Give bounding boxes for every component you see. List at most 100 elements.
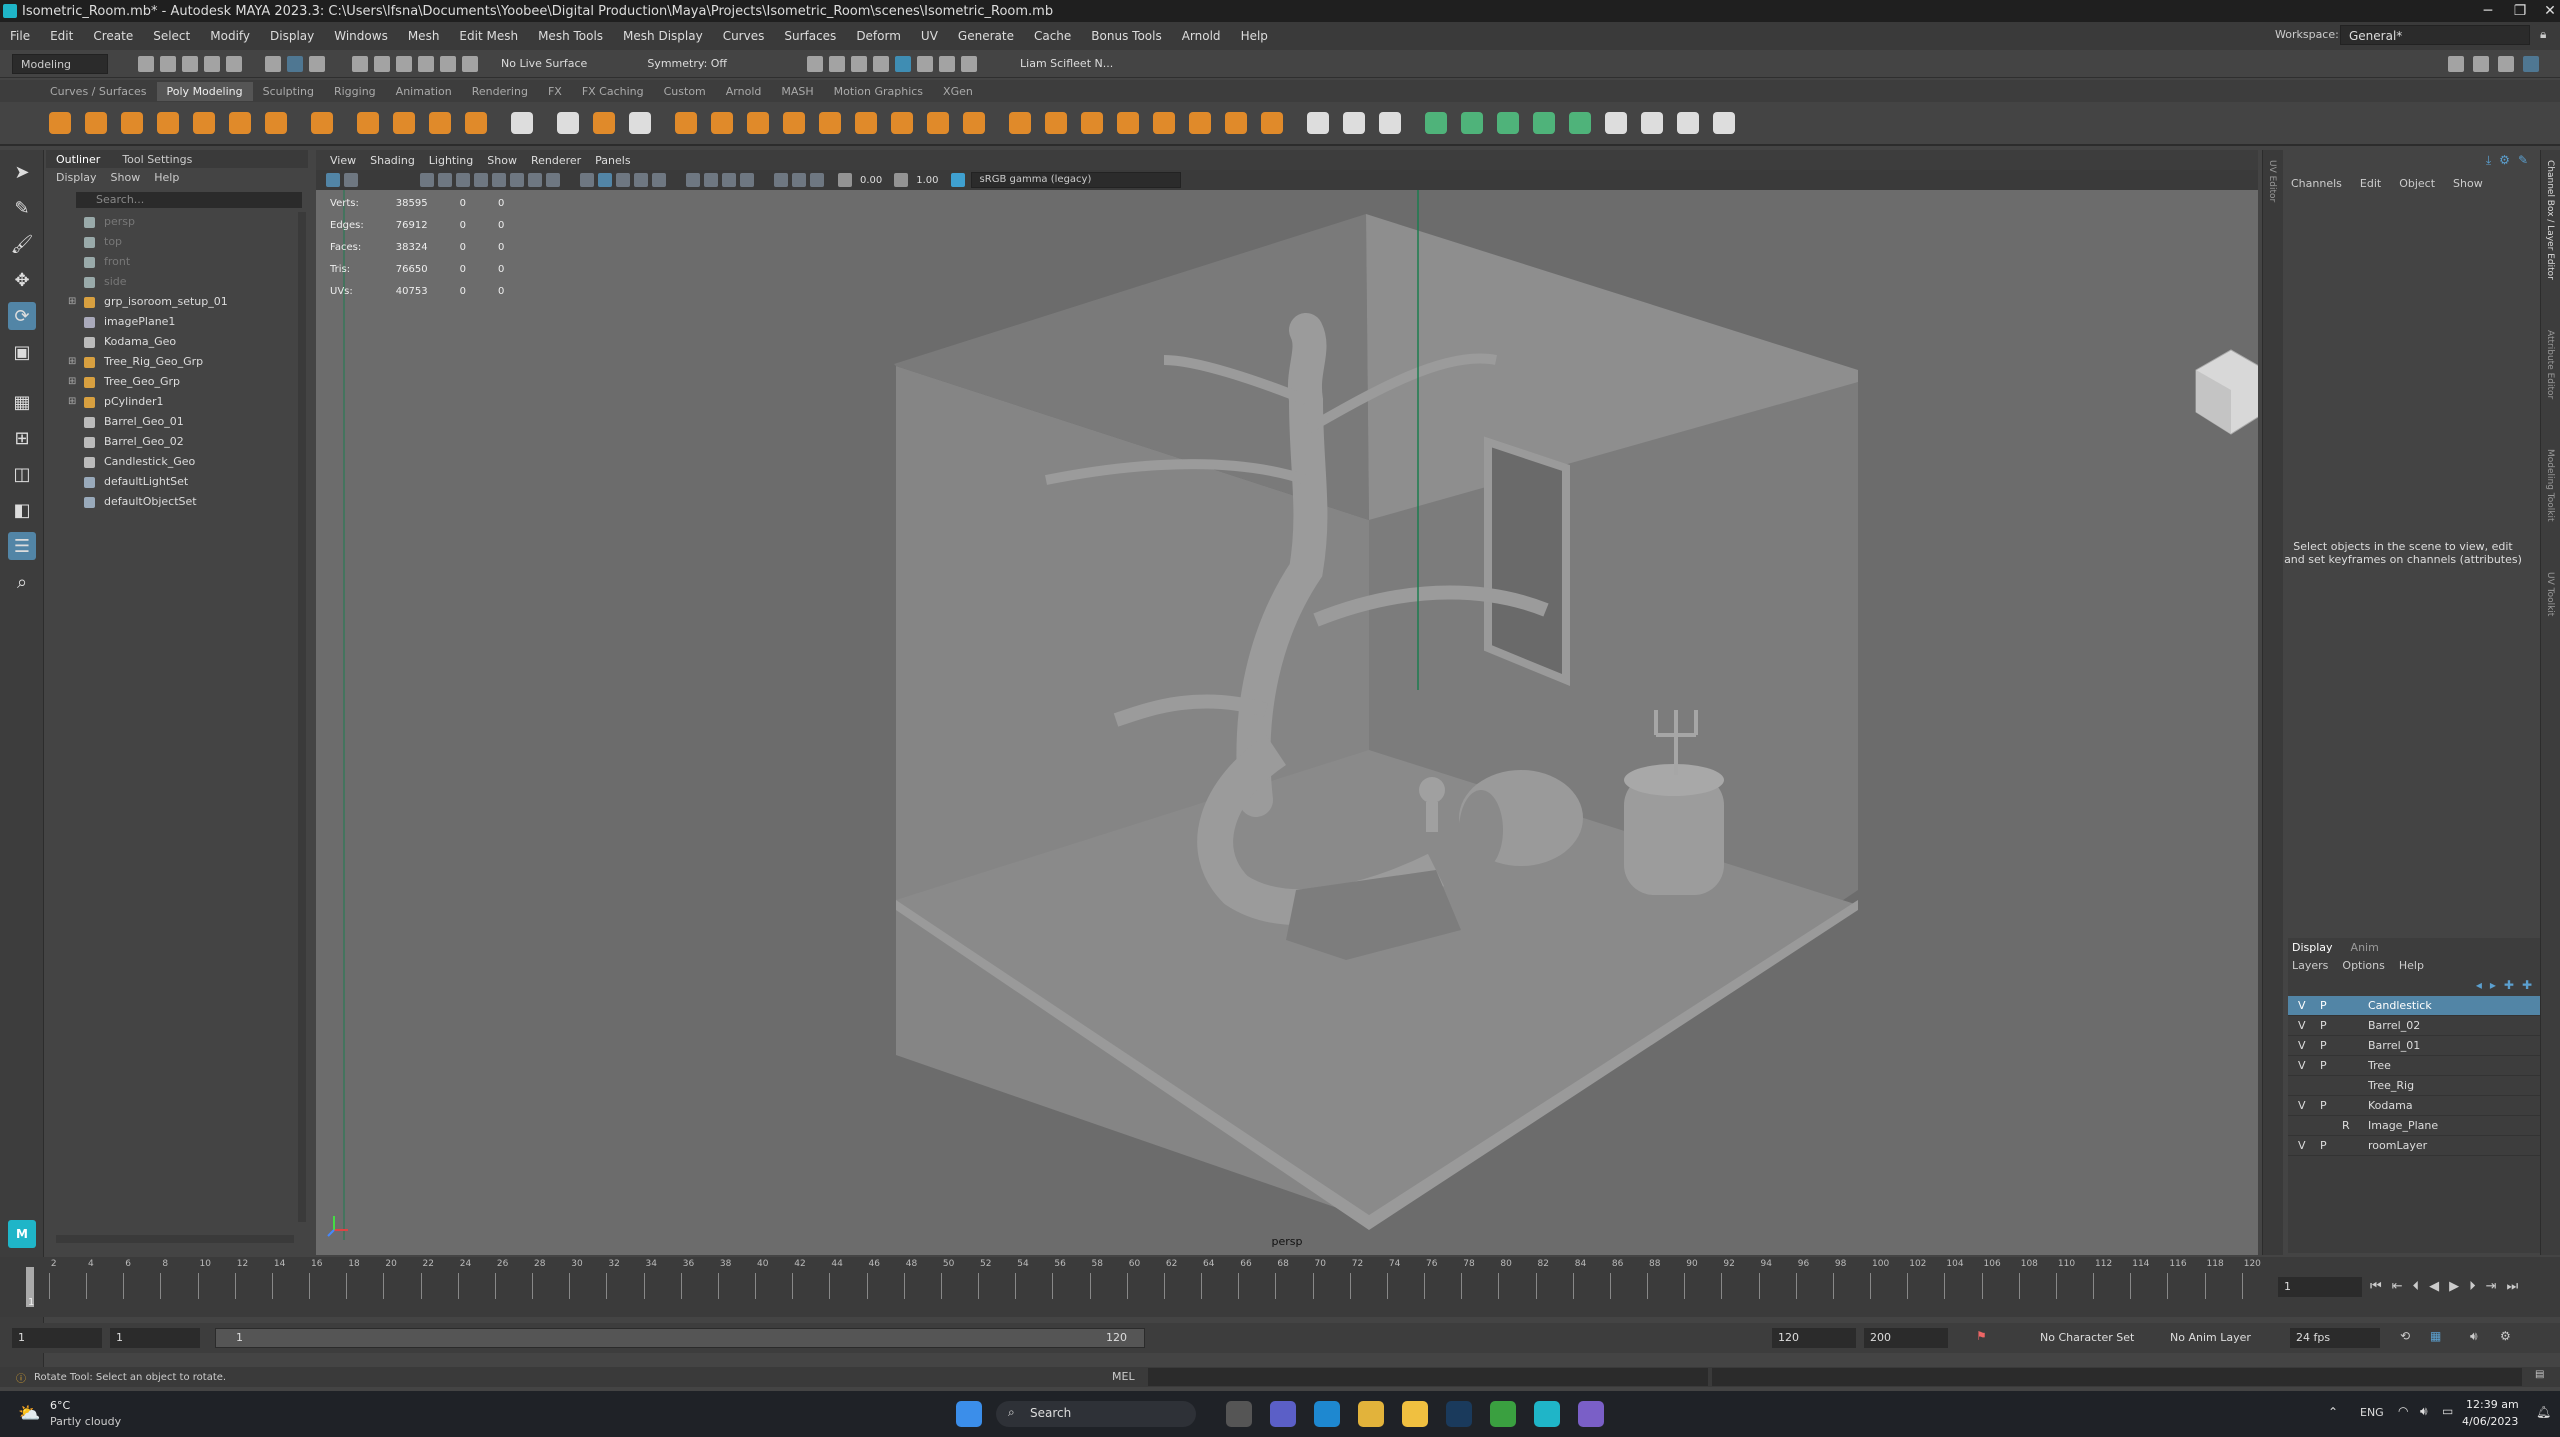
layer-visibility-toggle[interactable]: V	[2298, 1056, 2306, 1076]
select-hierarchy-icon[interactable]	[265, 55, 281, 72]
select-object-icon[interactable]	[287, 55, 303, 72]
menu-modify[interactable]: Modify	[210, 29, 250, 43]
shelf-tab-sculpting[interactable]: Sculpting	[253, 82, 324, 101]
tab-tool-settings[interactable]: Tool Settings	[122, 153, 192, 166]
expand-icon[interactable]: ⊞	[68, 372, 76, 392]
multi-cut-icon[interactable]	[1148, 107, 1180, 139]
go-to-start-icon[interactable]: ⏮	[2370, 1279, 2382, 1294]
show-channel-box-icon[interactable]	[2523, 56, 2539, 72]
menu-mesh-tools[interactable]: Mesh Tools	[538, 29, 603, 43]
outliner-item[interactable]: imagePlane1	[46, 312, 308, 332]
outliner-scrollbar[interactable]	[298, 212, 306, 1222]
side-tab-uv-toolkit[interactable]: UV Toolkit	[2545, 572, 2555, 616]
append-icon[interactable]	[1112, 107, 1144, 139]
fill-hole-icon[interactable]	[958, 107, 990, 139]
text-tool-icon[interactable]	[424, 107, 456, 139]
move-tool-icon[interactable]: ✥	[8, 266, 36, 294]
close-button[interactable]: ✕	[2530, 0, 2560, 22]
live-surface-label[interactable]: No Live Surface	[501, 57, 587, 70]
poly-cube-icon[interactable]	[80, 107, 112, 139]
snap-grid-icon[interactable]	[352, 55, 368, 72]
paint-select-icon[interactable]: 🖌︎	[8, 230, 36, 258]
save-scene-icon[interactable]	[182, 55, 198, 72]
four-view-icon[interactable]: ⊞	[8, 424, 36, 452]
maya-home-icon[interactable]: M	[8, 1220, 36, 1248]
weather-temp[interactable]: 6°C	[50, 1399, 70, 1412]
character-set-select[interactable]: No Character Set	[2040, 1331, 2134, 1344]
uv-layout-icon[interactable]	[506, 107, 538, 139]
outliner-menu-show[interactable]: Show	[111, 171, 141, 184]
teams-chat-icon[interactable]	[1578, 1401, 1604, 1427]
layer-name[interactable]: Kodama	[2368, 1096, 2413, 1116]
cylindrical-uv-icon[interactable]	[1456, 107, 1488, 139]
poly-cylinder-icon[interactable]	[116, 107, 148, 139]
dock-icon[interactable]: ⤓	[2486, 153, 2491, 168]
layer-visibility-toggle[interactable]: V	[2298, 1036, 2306, 1056]
menu-uv[interactable]: UV	[921, 29, 938, 43]
extrude-icon[interactable]	[1004, 107, 1036, 139]
sweep-mesh-icon[interactable]	[352, 107, 384, 139]
arnold-pause-icon[interactable]	[961, 55, 978, 72]
layer-name[interactable]: Image_Plane	[2368, 1116, 2438, 1136]
language-indicator[interactable]: ENG	[2360, 1406, 2384, 1419]
outliner-item[interactable]: defaultLightSet	[46, 472, 308, 492]
merge-icon[interactable]	[1302, 107, 1334, 139]
ipr-icon[interactable]	[851, 55, 868, 72]
snap-surface-icon[interactable]	[440, 55, 456, 72]
battery-icon[interactable]: ▭	[2442, 1404, 2453, 1418]
layer-name[interactable]: Barrel_01	[2368, 1036, 2420, 1056]
render-view-icon[interactable]	[829, 55, 846, 72]
rotate-tool-icon[interactable]: ⟳	[8, 302, 36, 330]
edge-icon[interactable]	[1314, 1401, 1340, 1427]
start-icon[interactable]	[956, 1401, 982, 1427]
sound-icon[interactable]: 🔊︎	[2470, 1329, 2478, 1344]
menu-cache[interactable]: Cache	[1034, 29, 1071, 43]
outliner-item[interactable]: ⊞ Tree_Rig_Geo_Grp	[46, 352, 308, 372]
animation-start-field[interactable]: 1	[12, 1328, 102, 1348]
layer-visibility-toggle[interactable]: V	[2298, 1016, 2306, 1036]
outliner-item[interactable]: side	[46, 272, 308, 292]
volume-icon[interactable]: 🔊︎	[2420, 1404, 2428, 1419]
layer-playback-toggle[interactable]: P	[2320, 1036, 2327, 1056]
play-forward-icon[interactable]: ▶	[2449, 1279, 2459, 1294]
menu-arnold[interactable]: Arnold	[1182, 29, 1221, 43]
task-view-icon[interactable]	[1226, 1401, 1252, 1427]
time-ruler[interactable]: 2 4 6 8 10 12 14 16 18 20 22 24 26 28 30 32 34 36 38 40 42 44…	[30, 1257, 2261, 1307]
connect-icon[interactable]	[1220, 107, 1252, 139]
command-input[interactable]	[1148, 1368, 1708, 1386]
render-settings-icon[interactable]	[873, 55, 890, 72]
reduce-icon[interactable]	[850, 107, 882, 139]
chrome-icon[interactable]	[1358, 1401, 1384, 1427]
weather-icon[interactable]: ⛅	[18, 1403, 40, 1424]
layer-menu-layers[interactable]: Layers	[2292, 959, 2328, 972]
maya-taskbar-icon[interactable]	[1534, 1401, 1560, 1427]
viewport-persp[interactable]: View Shading Lighting Show Renderer Pane…	[316, 150, 2258, 1255]
lock-icon[interactable]: 🔒︎	[2540, 27, 2546, 42]
outliner-item[interactable]: ⊞ grp_isoroom_setup_01	[46, 292, 308, 312]
snap-curve-icon[interactable]	[374, 55, 390, 72]
step-forward-key-icon[interactable]: ⇥	[2486, 1279, 2497, 1294]
layer-row[interactable]: V ProomLayer	[2288, 1136, 2540, 1156]
zoom-icon[interactable]: ⌕	[8, 568, 36, 596]
move-layer-up-icon[interactable]: ◂	[2476, 978, 2482, 992]
poly-torus-icon[interactable]	[188, 107, 220, 139]
layer-playback-toggle[interactable]: P	[2320, 1056, 2327, 1076]
camera-based-uv-icon[interactable]	[1564, 107, 1596, 139]
layer-visibility-toggle[interactable]: V	[2298, 1096, 2306, 1116]
combine-icon[interactable]	[670, 107, 702, 139]
select-component-icon[interactable]	[309, 55, 325, 72]
anim-layer-select[interactable]: No Anim Layer	[2170, 1331, 2251, 1344]
layer-name[interactable]: Barrel_02	[2368, 1016, 2420, 1036]
user-account[interactable]: Liam Scifleet N...	[1020, 57, 1113, 70]
shelf-tab-fx-caching[interactable]: FX Caching	[572, 82, 654, 101]
teams-icon[interactable]	[1270, 1401, 1296, 1427]
cb-menu-channels[interactable]: Channels	[2291, 177, 2342, 190]
outliner-item[interactable]: ⊞ pCylinder1	[46, 392, 308, 412]
pin-icon[interactable]: ✎	[2518, 153, 2528, 167]
tab-anim-layers[interactable]: Anim	[2351, 941, 2379, 954]
menu-select[interactable]: Select	[153, 29, 190, 43]
shelf-tab-curves-surfaces[interactable]: Curves / Surfaces	[40, 82, 157, 101]
layer-menu-help[interactable]: Help	[2399, 959, 2424, 972]
current-frame-field[interactable]: 1	[2278, 1277, 2362, 1297]
go-to-end-icon[interactable]: ⏭	[2507, 1279, 2519, 1294]
